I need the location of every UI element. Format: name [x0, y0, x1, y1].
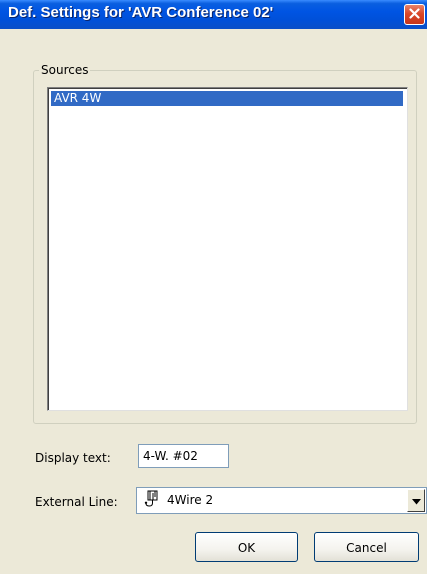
source-list-item[interactable]: AVR 4W [51, 91, 403, 106]
external-line-dropdown[interactable]: 4Wire 2 [136, 487, 427, 514]
sources-group-label: Sources [39, 63, 91, 77]
external-line-value: 4Wire 2 [167, 493, 214, 507]
display-text-input[interactable] [138, 444, 229, 468]
phone-line-icon [143, 490, 161, 510]
title-bar[interactable]: Def. Settings for 'AVR Conference 02' [0, 0, 427, 29]
window-title: Def. Settings for 'AVR Conference 02' [8, 4, 274, 21]
dialog-window: Def. Settings for 'AVR Conference 02' So… [0, 0, 427, 574]
chevron-down-icon [411, 494, 421, 508]
cancel-button[interactable]: Cancel [314, 532, 419, 562]
ok-button[interactable]: OK [195, 532, 298, 562]
close-button[interactable] [404, 4, 425, 25]
sources-listbox[interactable]: AVR 4W [47, 87, 408, 411]
dropdown-arrow-button[interactable] [407, 489, 425, 512]
close-icon [409, 7, 420, 22]
display-text-label: Display text: [35, 451, 111, 465]
external-line-label: External Line: [35, 495, 118, 509]
